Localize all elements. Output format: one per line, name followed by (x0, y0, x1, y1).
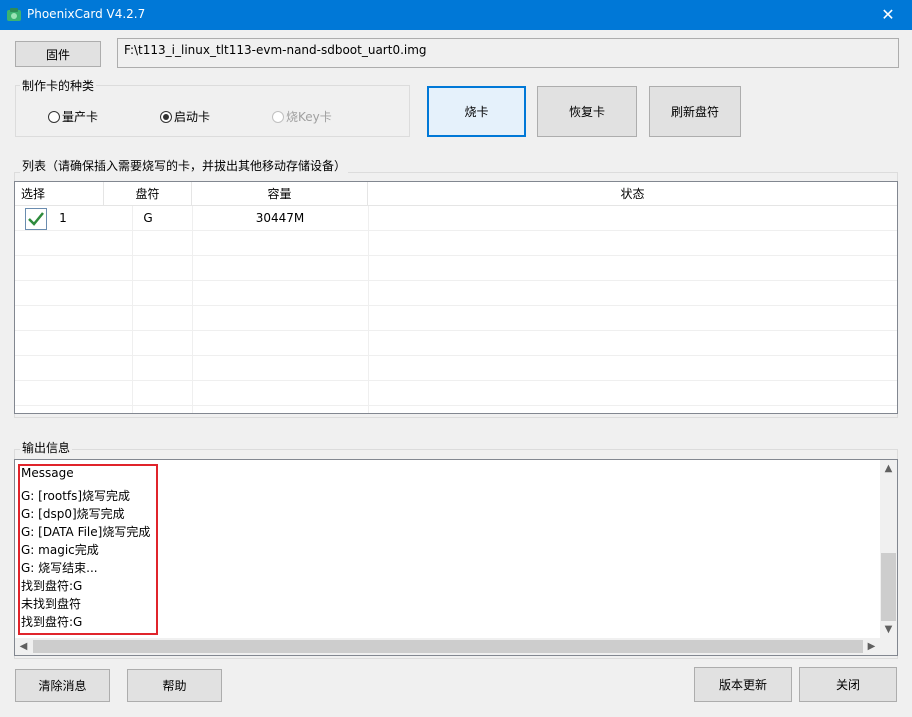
firmware-button[interactable]: 固件 (15, 41, 101, 67)
radio-mass-production[interactable]: 量产卡 (48, 108, 98, 125)
column-capacity[interactable]: 容量 (192, 182, 368, 206)
log-line: G: magic完成 (21, 543, 99, 557)
burn-card-button-label: 烧卡 (464, 105, 489, 119)
radio-key-card-dot (272, 110, 284, 123)
log-line: 找到盘符:G (21, 615, 83, 629)
close-button[interactable]: 关闭 (799, 667, 897, 702)
refresh-drives-button-label: 刷新盘符 (670, 105, 719, 119)
row-drive: G (143, 211, 153, 225)
close-icon[interactable]: ✕ (878, 5, 898, 25)
table-row-empty (15, 231, 897, 256)
output-log[interactable]: Message G: [rootfs]烧写完成 G: [dsp0]烧写完成 G:… (14, 459, 898, 656)
log-line: 找到盘符:G (21, 579, 83, 593)
table-row-empty (15, 306, 897, 331)
card-type-label: 制作卡的种类 (20, 77, 97, 94)
column-status[interactable]: 状态 (368, 182, 897, 206)
scroll-left-icon[interactable]: ◀ (15, 638, 32, 655)
window-title: PhoenixCard V4.2.7 (27, 7, 146, 21)
table-row-empty (15, 331, 897, 356)
help-button-label: 帮助 (162, 679, 187, 693)
checkmark-icon (28, 212, 44, 226)
table-row-empty (15, 256, 897, 281)
scroll-down-icon[interactable]: ▼ (880, 621, 897, 638)
log-line: G: [DATA File]烧写完成 (21, 525, 151, 539)
version-update-button-label: 版本更新 (718, 678, 767, 692)
log-line: G: 烧写结束... (21, 561, 98, 575)
version-update-button[interactable]: 版本更新 (694, 667, 792, 702)
refresh-drives-button[interactable]: 刷新盘符 (649, 86, 741, 137)
table-row-empty (15, 281, 897, 306)
list-header: 选择 盘符 容量 状态 (15, 182, 897, 206)
log-line: 未找到盘符 (21, 597, 82, 611)
device-list[interactable]: 选择 盘符 容量 状态 1 G 30447M (14, 181, 898, 414)
phoenix-icon (7, 8, 21, 21)
burn-card-button[interactable]: 烧卡 (427, 86, 526, 137)
close-button-label: 关闭 (835, 678, 860, 692)
scroll-right-icon[interactable]: ▶ (863, 638, 880, 655)
table-row[interactable]: 1 G 30447M (15, 206, 897, 231)
restore-card-button-label: 恢复卡 (568, 105, 605, 119)
table-row-empty (15, 356, 897, 381)
scroll-up-icon[interactable]: ▲ (880, 460, 897, 477)
list-label: 列表（请确保插入需要烧写的卡，并拔出其他移动存储设备） (20, 157, 349, 174)
radio-boot-card-label: 启动卡 (174, 110, 211, 124)
row-index: 1 (59, 211, 67, 225)
horizontal-scroll-thumb[interactable] (33, 640, 863, 653)
clear-messages-button[interactable]: 清除消息 (15, 669, 110, 702)
title-bar: PhoenixCard V4.2.7 ✕ (0, 0, 912, 30)
radio-mass-production-label: 量产卡 (62, 110, 99, 124)
firmware-path-text: F:\t113_i_linux_tlt113-evm-nand-sdboot_u… (124, 43, 427, 57)
vertical-scroll-thumb[interactable] (881, 553, 896, 621)
row-checkbox[interactable] (25, 208, 47, 230)
firmware-button-label: 固件 (45, 47, 70, 62)
radio-key-card: 烧Key卡 (272, 108, 332, 125)
output-label: 输出信息 (20, 439, 73, 456)
row-capacity: 30447M (255, 211, 305, 225)
row-status (368, 206, 897, 231)
firmware-path-field: F:\t113_i_linux_tlt113-evm-nand-sdboot_u… (117, 38, 899, 68)
table-row-empty (15, 381, 897, 406)
column-select[interactable]: 选择 (15, 182, 104, 206)
clear-messages-button-label: 清除消息 (38, 679, 87, 693)
radio-boot-card[interactable]: 启动卡 (160, 108, 210, 125)
radio-key-card-label: 烧Key卡 (286, 110, 332, 124)
log-line: G: [rootfs]烧写完成 (21, 489, 131, 503)
log-line: G: [dsp0]烧写完成 (21, 507, 125, 521)
log-line: Message (21, 466, 74, 480)
radio-mass-production-dot (48, 110, 60, 123)
column-drive[interactable]: 盘符 (104, 182, 192, 206)
help-button[interactable]: 帮助 (127, 669, 222, 702)
restore-card-button[interactable]: 恢复卡 (537, 86, 637, 137)
radio-boot-card-dot (160, 110, 172, 123)
